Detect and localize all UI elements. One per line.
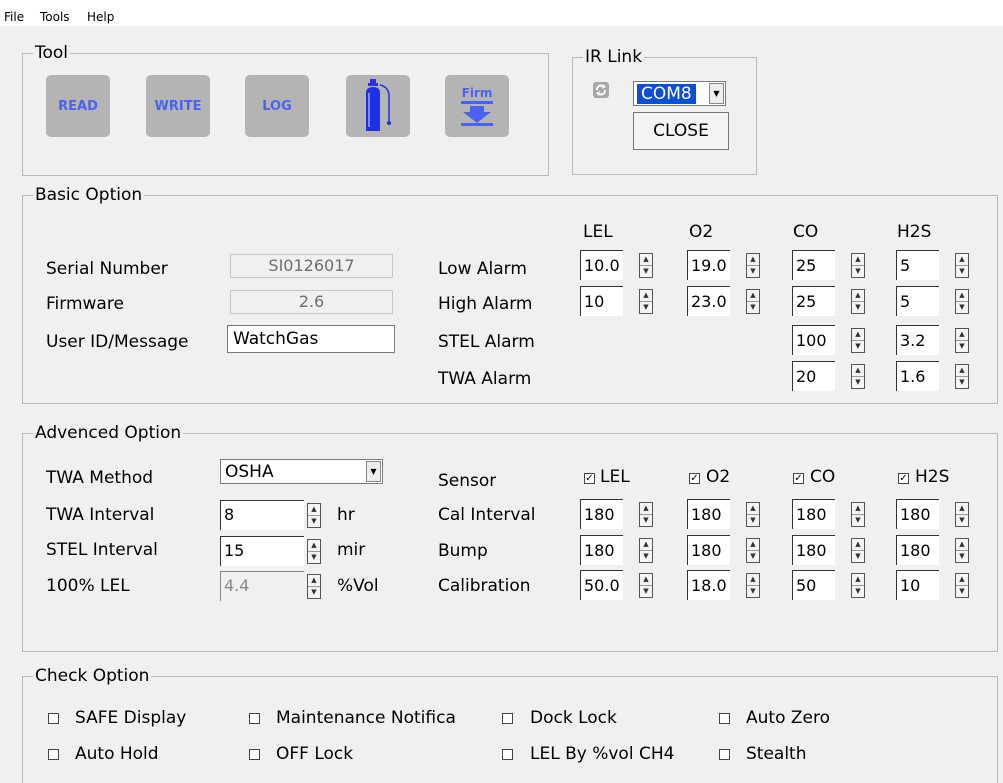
log-button[interactable]: LOG <box>245 75 309 137</box>
twa-interval-input[interactable]: 8 <box>220 500 304 530</box>
col-header-lel: LEL <box>583 222 613 242</box>
stel-interval-label: STEL Interval <box>46 540 158 560</box>
check-option-legend: Check Option <box>35 666 150 686</box>
low-alarm-label: Low Alarm <box>438 259 527 279</box>
menu-help[interactable]: Help <box>87 10 114 24</box>
sensor-co-label: CO <box>810 467 836 487</box>
cal-interval-label: Cal Interval <box>438 505 536 525</box>
advanced-option-legend: Advenced Option <box>35 423 182 443</box>
menu-tools[interactable]: Tools <box>40 10 70 24</box>
twa-alarm-label: TWA Alarm <box>438 369 532 389</box>
stel-alarm-label: STEL Alarm <box>438 332 535 352</box>
twa-method-select[interactable]: OSHA ▼ <box>220 459 383 484</box>
stel-interval-unit: mir <box>337 540 366 560</box>
sensor-h2s-checkbox[interactable]: ✓ <box>898 473 909 484</box>
user-id-input[interactable]: WatchGas <box>227 325 395 353</box>
safe-display-label: SAFE Display <box>75 708 187 728</box>
lel100-unit: %Vol <box>337 576 379 596</box>
twa-method-label: TWA Method <box>46 468 154 488</box>
lel-ch4-label: LEL By %vol CH4 <box>530 744 675 764</box>
close-button[interactable]: CLOSE <box>633 112 729 150</box>
lel100-input: 4.4 <box>220 571 304 601</box>
sensor-o2-label: O2 <box>706 467 731 487</box>
chevron-down-icon[interactable]: ▼ <box>366 461 381 482</box>
com-port-value: COM8 <box>637 84 696 104</box>
dock-lock-label: Dock Lock <box>530 708 617 728</box>
twa-interval-unit: hr <box>337 505 355 525</box>
download-arrow-icon <box>461 101 493 126</box>
lel-ch4-checkbox[interactable] <box>502 749 513 760</box>
write-button[interactable]: WRITE <box>146 75 210 137</box>
off-lock-label: OFF Lock <box>276 744 354 764</box>
user-id-label: User ID/Message <box>46 332 189 352</box>
refresh-icon[interactable] <box>593 82 609 103</box>
bump-interval-label: Bump <box>438 541 488 561</box>
serial-number-field: SI0126017 <box>230 254 393 278</box>
sensor-enable-label: Sensor <box>438 471 497 491</box>
basic-option-legend: Basic Option <box>35 185 143 205</box>
auto-zero-label: Auto Zero <box>746 708 830 728</box>
firmware-button[interactable]: Firm <box>445 75 509 137</box>
twa-interval-label: TWA Interval <box>46 505 155 525</box>
off-lock-checkbox[interactable] <box>249 749 260 760</box>
firm-label: Firm <box>461 86 493 100</box>
tool-legend: Tool <box>35 43 69 63</box>
gas-cylinder-button[interactable] <box>346 75 410 137</box>
menu-file[interactable]: File <box>4 10 24 24</box>
chevron-down-icon[interactable]: ▼ <box>709 83 724 104</box>
stealth-label: Stealth <box>746 744 807 764</box>
safe-display-checkbox[interactable] <box>48 713 59 724</box>
firmware-field: 2.6 <box>230 290 393 314</box>
col-header-o2: O2 <box>689 222 714 242</box>
maintenance-checkbox[interactable] <box>249 713 260 724</box>
twa-method-value: OSHA <box>225 462 274 482</box>
col-header-h2s: H2S <box>897 222 932 242</box>
read-button[interactable]: READ <box>46 75 110 137</box>
sensor-h2s-label: H2S <box>915 467 950 487</box>
lel100-label: 100% LEL <box>46 576 130 596</box>
stel-interval-input[interactable]: 15 <box>220 536 304 566</box>
stealth-checkbox[interactable] <box>719 749 730 760</box>
com-port-select[interactable]: COM8 ▼ <box>633 81 726 106</box>
gas-cylinder-icon <box>366 79 391 131</box>
firmware-label: Firmware <box>46 294 124 314</box>
auto-zero-checkbox[interactable] <box>719 713 730 724</box>
ir-link-legend: IR Link <box>585 47 643 67</box>
dock-lock-checkbox[interactable] <box>502 713 513 724</box>
sensor-lel-label: LEL <box>600 467 630 487</box>
high-alarm-label: High Alarm <box>438 294 533 314</box>
auto-hold-label: Auto Hold <box>75 744 159 764</box>
sensor-o2-checkbox[interactable]: ✓ <box>689 473 700 484</box>
sensor-lel-checkbox[interactable]: ✓ <box>584 473 595 484</box>
auto-hold-checkbox[interactable] <box>48 749 59 760</box>
menu-bar: File Tools Help <box>0 0 1003 26</box>
maintenance-label: Maintenance Notifica <box>276 708 456 728</box>
calibration-gas-label: Calibration <box>438 576 531 596</box>
sensor-co-checkbox[interactable]: ✓ <box>793 473 804 484</box>
col-header-co: CO <box>793 222 819 242</box>
serial-number-label: Serial Number <box>46 259 168 279</box>
